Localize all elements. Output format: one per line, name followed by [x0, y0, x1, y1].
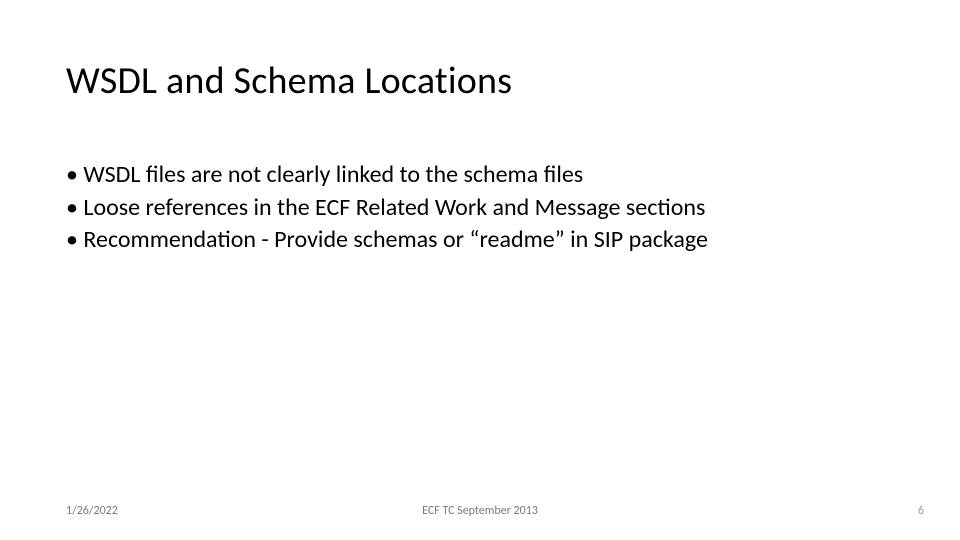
bullet-item: Loose references in the ECF Related Work…	[66, 193, 896, 224]
footer-center: ECF TC September 2013	[0, 504, 960, 518]
bullet-item: Recommendation - Provide schemas or “rea…	[66, 225, 896, 256]
slide-body: WSDL files are not clearly linked to the…	[66, 160, 896, 258]
slide: WSDL and Schema Locations WSDL files are…	[0, 0, 960, 540]
slide-title: WSDL and Schema Locations	[66, 58, 512, 104]
bullet-item: WSDL files are not clearly linked to the…	[66, 160, 896, 191]
footer-page-number: 6	[918, 504, 924, 518]
